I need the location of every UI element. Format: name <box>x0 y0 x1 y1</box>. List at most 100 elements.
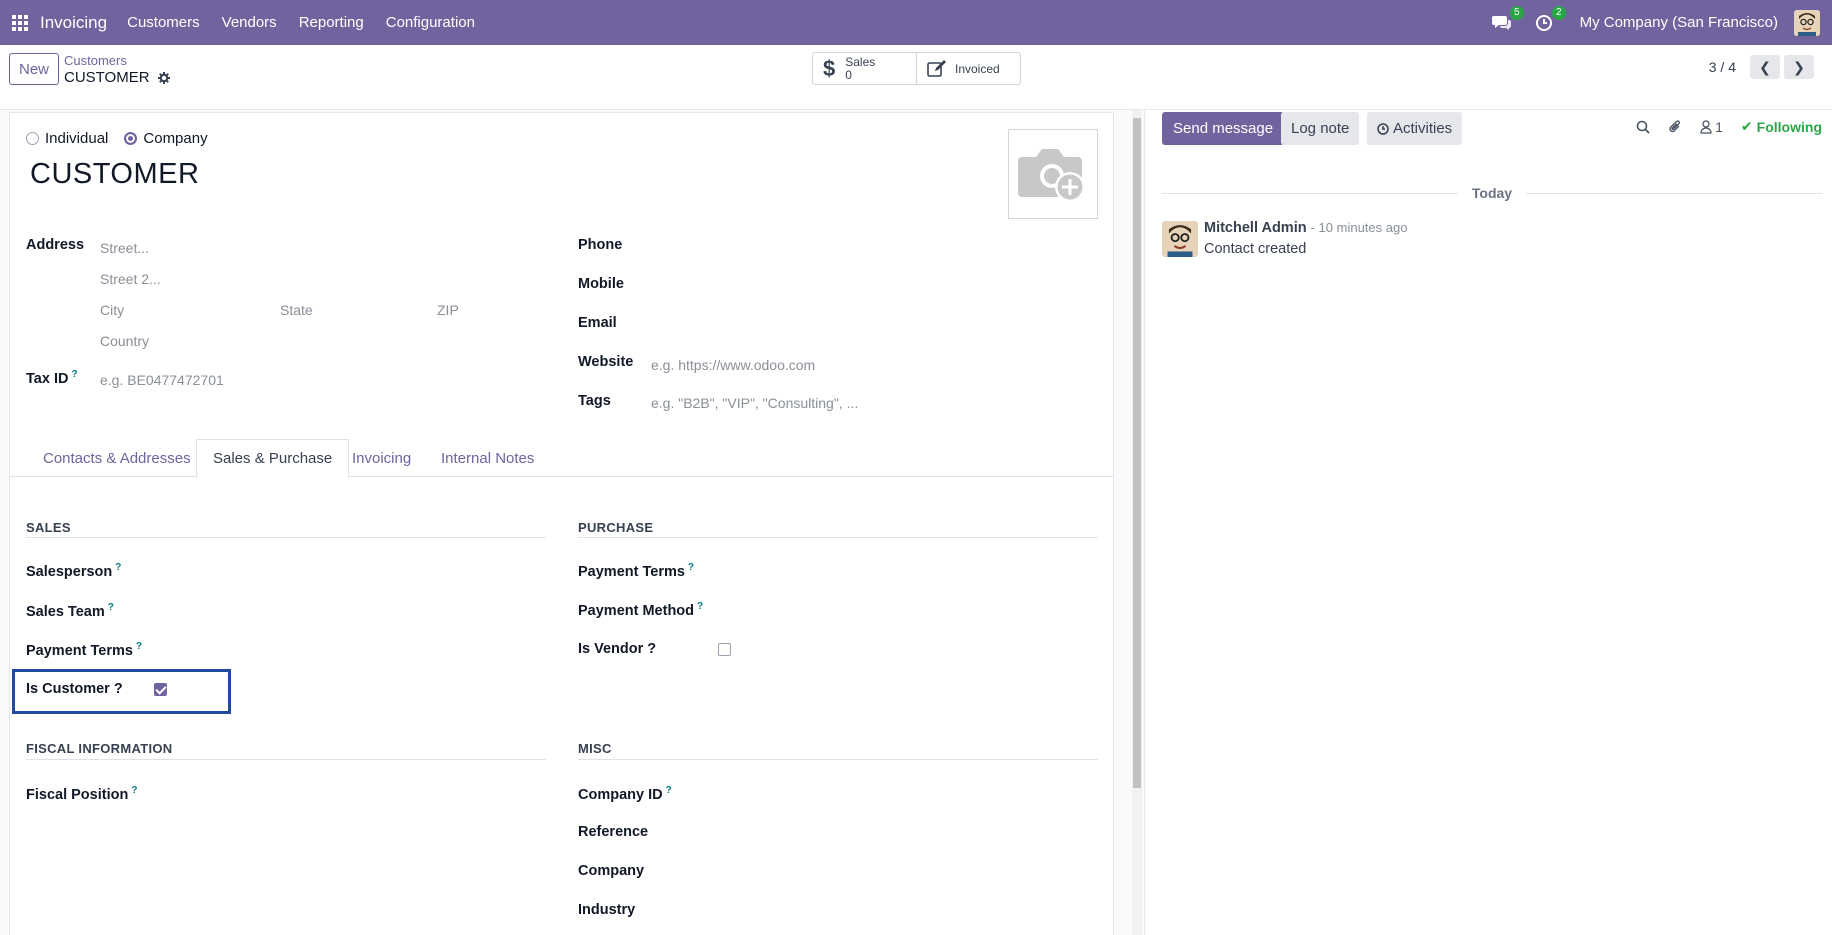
menu-customers[interactable]: Customers <box>127 14 200 31</box>
systray: 5 2 My Company (San Francisco) <box>1490 0 1832 45</box>
tab-contacts-addresses[interactable]: Contacts & Addresses <box>27 439 207 478</box>
breadcrumb-customers[interactable]: Customers <box>64 53 127 68</box>
tab-sales-purchase[interactable]: Sales & Purchase <box>196 439 350 478</box>
company-label: Company <box>578 863 645 879</box>
form-scrollbar-thumb[interactable] <box>1133 118 1141 788</box>
city-input[interactable]: City <box>100 302 124 318</box>
zip-input[interactable]: ZIP <box>437 302 459 318</box>
chatter-tools: 1 ✔ Following <box>1636 118 1822 135</box>
help-icon: ? <box>71 369 78 380</box>
help-icon: ? <box>665 785 672 796</box>
company-id-label: Company ID? <box>578 785 672 803</box>
followers-button[interactable]: 1 <box>1700 119 1723 135</box>
pager-next-button[interactable]: ❯ <box>1784 55 1814 79</box>
help-icon: ? <box>687 562 695 573</box>
tags-input[interactable]: e.g. "B2B", "VIP", "Consulting", ... <box>651 395 858 411</box>
separator-line-right <box>1526 192 1823 194</box>
misc-divider <box>578 759 1098 760</box>
apps-grid-icon[interactable] <box>12 14 28 31</box>
tab-internal-notes[interactable]: Internal Notes <box>425 439 550 478</box>
pager-value[interactable]: 3 / 4 <box>1709 59 1736 75</box>
email-label: Email <box>578 315 617 331</box>
help-icon: ? <box>135 641 143 652</box>
notebook-tabs: Contacts & Addresses Sales & Purchase In… <box>9 439 1114 478</box>
sales-smart-label: Sales <box>845 54 876 69</box>
messages-badge: 5 <box>1510 5 1524 20</box>
help-icon: ? <box>107 602 114 613</box>
gear-icon[interactable] <box>157 71 170 84</box>
fiscal-position-label: Fiscal Position? <box>26 785 138 803</box>
dollar-icon: $ <box>823 55 836 81</box>
activities-button[interactable]: 2 <box>1532 5 1566 35</box>
breadcrumb-current: CUSTOMER <box>64 69 150 86</box>
user-avatar[interactable] <box>1794 9 1820 36</box>
paperclip-icon[interactable] <box>1668 119 1682 135</box>
chevron-right-icon: ❯ <box>1793 58 1805 75</box>
menu-configuration[interactable]: Configuration <box>386 14 475 31</box>
messages-button[interactable]: 5 <box>1490 5 1524 35</box>
activities-badge: 2 <box>1552 5 1566 20</box>
following-label: Following <box>1756 118 1822 135</box>
invoiced-smart-label: Invoiced <box>955 61 1000 76</box>
user-face-icon <box>1162 221 1198 257</box>
message-author[interactable]: Mitchell Admin <box>1204 220 1307 236</box>
reference-label: Reference <box>578 824 649 840</box>
separator-line-left <box>1162 192 1458 194</box>
message-body: Contact created <box>1204 241 1307 257</box>
following-button[interactable]: ✔ Following <box>1741 118 1822 135</box>
street2-input[interactable]: Street 2... <box>100 271 161 287</box>
sales-smart-button[interactable]: $ Sales 0 <box>813 53 916 84</box>
record-name-field[interactable]: CUSTOMER <box>30 158 199 191</box>
help-icon: ? <box>131 785 138 796</box>
website-label: Website <box>578 354 634 370</box>
country-input[interactable]: Country <box>100 333 149 349</box>
app-name[interactable]: Invoicing <box>40 13 107 33</box>
radio-company-label[interactable]: Company <box>143 130 207 147</box>
menu-reporting[interactable]: Reporting <box>299 14 364 31</box>
radio-company[interactable] <box>124 132 138 145</box>
mobile-label: Mobile <box>578 276 624 292</box>
phone-label: Phone <box>578 237 623 253</box>
sales-payment-terms-label: Payment Terms? <box>26 641 143 659</box>
pager-previous-button[interactable]: ❮ <box>1750 55 1780 79</box>
tax-id-label: Tax ID? <box>26 369 78 387</box>
new-button[interactable]: New <box>9 53 59 85</box>
is-vendor-checkbox[interactable] <box>718 643 731 656</box>
edit-icon <box>927 59 946 77</box>
send-message-button[interactable]: Send message <box>1162 112 1285 145</box>
website-input[interactable]: e.g. https://www.odoo.com <box>651 357 815 373</box>
purchase-section-title: PURCHASE <box>578 520 654 535</box>
clock-icon <box>1377 122 1389 135</box>
sales-section-title: SALES <box>26 520 71 535</box>
help-icon: ? <box>697 601 704 612</box>
purchase-divider <box>578 537 1098 538</box>
invoiced-smart-button[interactable]: Invoiced <box>916 53 1020 84</box>
fiscal-divider <box>26 759 546 760</box>
salesperson-label: Salesperson? <box>26 562 122 580</box>
user-icon <box>1700 119 1712 134</box>
main-menu: Customers Vendors Reporting Configuratio… <box>127 14 475 31</box>
activities-button[interactable]: Activities <box>1367 112 1463 145</box>
radio-individual-label[interactable]: Individual <box>45 130 108 147</box>
is-vendor-label: Is Vendor ? <box>578 641 657 657</box>
image-upload[interactable] <box>1008 129 1098 219</box>
clock-icon <box>1535 14 1552 31</box>
message-header: Mitchell Admin - 10 minutes ago <box>1204 220 1407 236</box>
message-avatar[interactable] <box>1162 221 1198 257</box>
log-note-button[interactable]: Log note <box>1281 112 1360 145</box>
control-panel: New Customers CUSTOMER $ Sales 0 Invoice… <box>0 45 1832 110</box>
payment-method-label: Payment Method? <box>578 601 704 619</box>
company-switcher[interactable]: My Company (San Francisco) <box>1580 14 1778 31</box>
form-view <box>0 110 1144 935</box>
tax-id-input[interactable]: e.g. BE0477472701 <box>100 372 224 388</box>
followers-count: 1 <box>1715 118 1723 135</box>
tab-invoicing[interactable]: Invoicing <box>336 439 427 478</box>
street-input[interactable]: Street... <box>100 240 149 256</box>
search-icon[interactable] <box>1636 120 1650 134</box>
radio-individual[interactable] <box>26 132 39 145</box>
address-label: Address <box>26 237 85 253</box>
breadcrumb: CUSTOMER <box>64 69 170 86</box>
menu-vendors[interactable]: Vendors <box>222 14 277 31</box>
purchase-payment-terms-label: Payment Terms? <box>578 562 695 580</box>
state-input[interactable]: State <box>280 302 313 318</box>
